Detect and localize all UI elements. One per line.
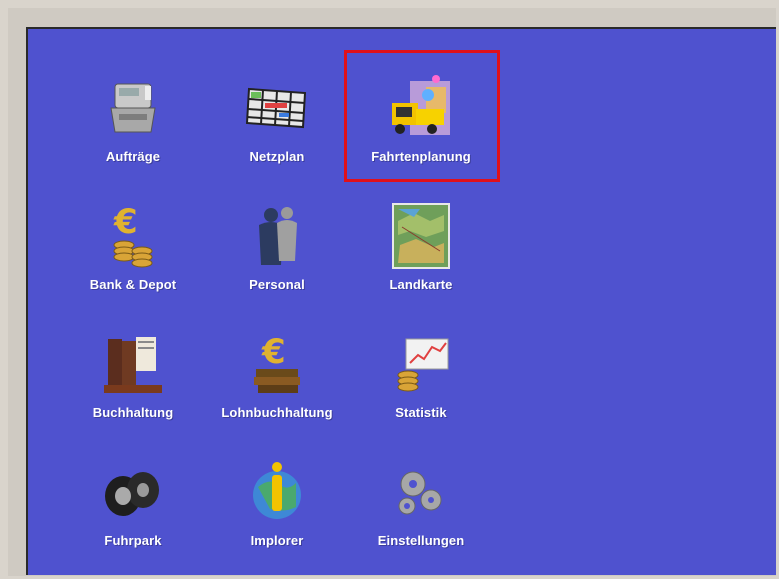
info-globe-icon xyxy=(242,457,312,527)
menu-item-label: Einstellungen xyxy=(377,533,465,548)
menu-item-buchhaltung[interactable]: Buchhaltung xyxy=(68,325,198,445)
menu-item-netzplan[interactable]: Netzplan xyxy=(212,69,342,189)
menu-item-label: Landkarte xyxy=(389,277,453,292)
menu-item-fahrtenplanung[interactable]: Fahrtenplanung xyxy=(356,69,486,189)
menu-item-label: Fahrtenplanung xyxy=(371,149,471,164)
menu-item-implorer[interactable]: Implorer xyxy=(212,453,342,573)
menu-item-label: Implorer xyxy=(250,533,304,548)
menu-item-personal[interactable]: Personal xyxy=(212,197,342,317)
menu-item-label: Personal xyxy=(249,277,305,292)
svg-text:€: € xyxy=(113,202,138,242)
menu-item-label: Statistik xyxy=(395,405,447,420)
menu-item-statistik[interactable]: Statistik xyxy=(356,325,486,445)
map-icon xyxy=(386,201,456,271)
menu-item-auftraege[interactable]: Aufträge xyxy=(68,69,198,189)
menu-item-label: Buchhaltung xyxy=(92,405,174,420)
euro-books-icon: € xyxy=(242,329,312,399)
books-icon xyxy=(98,329,168,399)
menu-item-label: Bank & Depot xyxy=(89,277,177,292)
euro-coins-icon: € xyxy=(98,201,168,271)
menu-item-einstellungen[interactable]: Einstellungen xyxy=(356,453,486,573)
chart-coins-icon xyxy=(386,329,456,399)
cash-register-icon xyxy=(98,73,168,143)
menu-item-label: Netzplan xyxy=(249,149,305,164)
menu-item-fuhrpark[interactable]: Fuhrpark xyxy=(68,453,198,573)
menu-item-label: Aufträge xyxy=(105,149,161,164)
people-icon xyxy=(242,201,312,271)
network-plan-grid-icon xyxy=(242,73,312,143)
menu-item-landkarte[interactable]: Landkarte xyxy=(356,197,486,317)
menu-item-bank[interactable]: € Bank & Depot xyxy=(68,197,198,317)
main-menu-panel: Aufträge Netzplan Fahrtenplanung € Bank … xyxy=(26,27,776,575)
truck-map-icon xyxy=(386,73,456,143)
menu-item-label: Fuhrpark xyxy=(104,533,162,548)
menu-item-label: Lohnbuchhaltung xyxy=(221,405,333,420)
gears-icon xyxy=(386,457,456,527)
tires-icon xyxy=(98,457,168,527)
menu-item-lohnbuchhaltung[interactable]: € Lohnbuchhaltung xyxy=(212,325,342,445)
svg-text:€: € xyxy=(261,332,286,372)
